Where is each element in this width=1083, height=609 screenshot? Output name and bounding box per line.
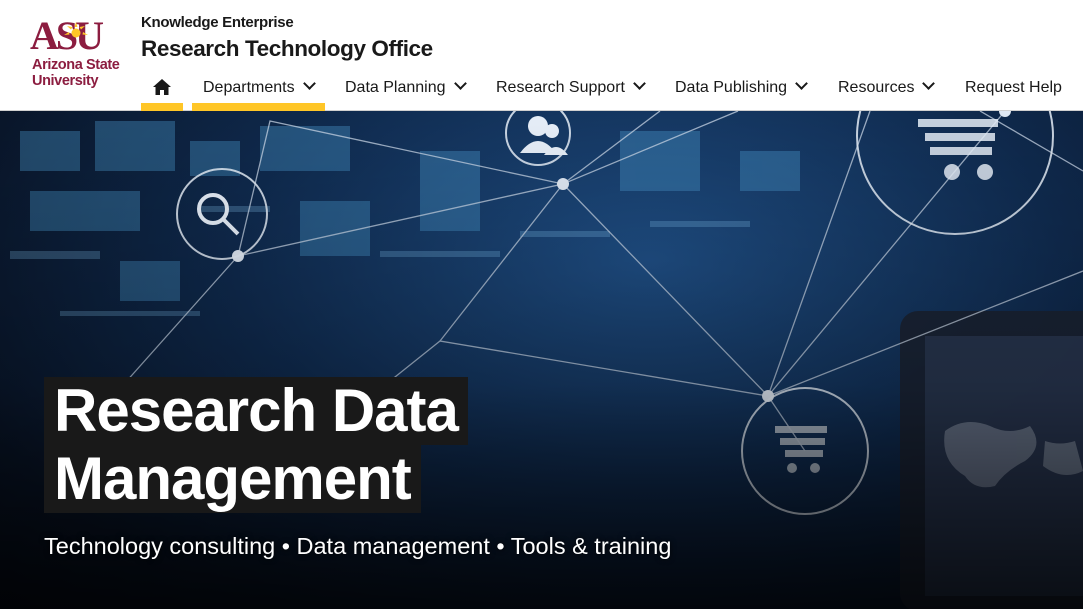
nav-data-publishing-label: Data Publishing: [675, 79, 788, 96]
nav-data-publishing[interactable]: Data Publishing: [675, 70, 808, 111]
nav-request-help-label: Request Help: [965, 79, 1062, 96]
site-title[interactable]: Research Technology Office: [141, 36, 433, 62]
nav-resources-label: Resources: [838, 79, 915, 96]
chevron-down-icon: [922, 77, 936, 90]
nav-research-support[interactable]: Research Support: [496, 70, 646, 111]
parent-unit-link[interactable]: Knowledge Enterprise: [141, 14, 294, 31]
hero-banner: Research Data Management Technology cons…: [0, 111, 1083, 609]
chevron-down-icon: [633, 77, 646, 90]
nav-departments-label: Departments: [203, 79, 295, 96]
chevron-down-icon: [453, 77, 467, 90]
nav-resources[interactable]: Resources: [838, 70, 936, 111]
nav-research-support-label: Research Support: [496, 79, 625, 96]
chevron-down-icon: [795, 77, 808, 90]
nav-departments[interactable]: Departments: [192, 70, 325, 111]
asu-sunburst-logo: ASU: [30, 16, 106, 52]
main-navigation: Departments Data Planning Research Suppo…: [0, 70, 1083, 111]
home-icon: [153, 79, 171, 95]
chevron-down-icon: [302, 77, 316, 90]
hero-tagline: Technology consulting • Data management …: [44, 533, 672, 559]
hero-headline: Research Data Management: [44, 377, 468, 513]
nav-data-planning[interactable]: Data Planning: [345, 70, 467, 111]
hero-headline-line1: Research Data: [44, 377, 468, 445]
site-header: ASU Arizona State University Knowledge E…: [0, 0, 1083, 111]
hero-headline-line2: Management: [44, 445, 421, 513]
nav-home[interactable]: [141, 70, 183, 111]
nav-data-planning-label: Data Planning: [345, 79, 446, 96]
nav-request-help[interactable]: Request Help: [965, 70, 1062, 111]
